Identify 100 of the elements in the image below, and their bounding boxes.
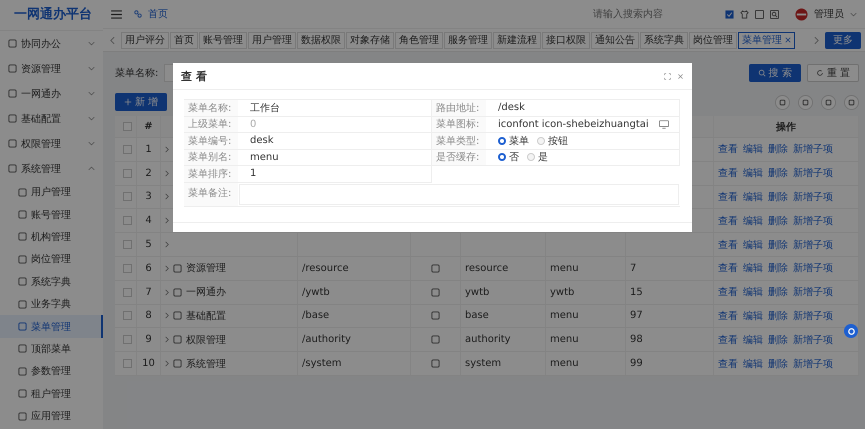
sidebar-item[interactable]: 系统管理	[0, 156, 103, 181]
action-link[interactable]: 查看	[718, 285, 738, 300]
action-link[interactable]: 新增子项	[793, 214, 833, 228]
expand-icon[interactable]	[165, 146, 169, 153]
action-link[interactable]: 删除	[768, 332, 788, 347]
tab[interactable]: 岗位管理	[689, 32, 737, 48]
action-link[interactable]: 编辑	[743, 332, 763, 347]
sidebar-item[interactable]: 基础配置	[0, 106, 103, 131]
sidebar-subitem[interactable]: 业务字典	[0, 292, 103, 316]
action-link[interactable]: 新增子项	[793, 285, 833, 300]
sidebar-subitem[interactable]: 系统字典	[0, 270, 103, 293]
action-link[interactable]: 新增子项	[793, 261, 833, 276]
search-field[interactable]: 请输入搜索内容	[591, 8, 705, 20]
action-link[interactable]: 编辑	[743, 261, 763, 276]
radio-button[interactable]: 否	[498, 150, 519, 164]
action-link[interactable]: 编辑	[743, 190, 763, 204]
action-link[interactable]: 删除	[768, 142, 788, 156]
fullscreen-icon[interactable]	[755, 10, 764, 18]
checkbox[interactable]	[123, 264, 132, 273]
tab[interactable]: 数据权限	[297, 32, 345, 48]
action-link[interactable]: 删除	[768, 214, 788, 228]
sidebar-subitem[interactable]: 账号管理	[0, 203, 103, 226]
sidebar-subitem[interactable]: 菜单管理	[0, 315, 103, 338]
tab[interactable]: 首页	[170, 32, 198, 48]
action-link[interactable]: 删除	[768, 166, 788, 180]
expand-icon[interactable]	[165, 217, 169, 224]
action-link[interactable]: 查看	[718, 190, 738, 204]
tab[interactable]: 服务管理	[444, 32, 492, 48]
checkbox[interactable]	[123, 359, 132, 368]
expand-icon[interactable]	[165, 170, 169, 177]
fullscreen-icon[interactable]	[664, 72, 671, 80]
add-button[interactable]: 新 增	[115, 93, 168, 111]
action-link[interactable]: 删除	[768, 356, 788, 371]
tab[interactable]: 系统字典	[640, 32, 688, 48]
action-link[interactable]: 编辑	[743, 142, 763, 156]
action-link[interactable]: 编辑	[743, 166, 763, 180]
sidebar-subitem[interactable]: 机构管理	[0, 226, 103, 248]
sidebar-subitem[interactable]: 参数管理	[0, 360, 103, 383]
action-link[interactable]: 编辑	[743, 214, 763, 228]
action-link[interactable]: 查看	[718, 238, 738, 252]
action-link[interactable]: 删除	[768, 238, 788, 252]
tool-icon[interactable]	[798, 94, 813, 110]
close-icon[interactable]	[785, 37, 791, 43]
tab[interactable]: 用户管理	[248, 32, 296, 48]
sidebar-item[interactable]: 协同办公	[0, 31, 103, 56]
action-link[interactable]: 新增子项	[793, 332, 833, 347]
sidebar-subitem[interactable]: 应用管理	[0, 404, 103, 428]
tab[interactable]: 通知公告	[591, 32, 639, 48]
reset-button[interactable]: 重 置	[806, 64, 859, 82]
action-link[interactable]: 新增子项	[793, 308, 833, 323]
tab[interactable]: 账号管理	[199, 32, 247, 48]
checkbox[interactable]	[123, 311, 132, 320]
close-icon[interactable]	[677, 72, 684, 80]
action-link[interactable]: 查看	[718, 214, 738, 228]
radio-button[interactable]: 是	[527, 150, 548, 164]
checkbox[interactable]	[123, 144, 132, 154]
expand-icon[interactable]	[165, 360, 169, 368]
action-link[interactable]: 新增子项	[793, 356, 833, 371]
sidebar-item[interactable]: 资源管理	[0, 56, 103, 81]
tool-icon[interactable]	[775, 94, 790, 110]
action-link[interactable]: 新增子项	[793, 142, 833, 156]
checkbox[interactable]	[123, 122, 132, 131]
checkbox-icon[interactable]	[725, 10, 734, 18]
more-button[interactable]: 更多	[825, 32, 861, 48]
tab[interactable]: 接口权限	[542, 32, 590, 48]
expand-icon[interactable]	[165, 264, 169, 272]
action-link[interactable]: 编辑	[743, 285, 763, 300]
checkbox[interactable]	[123, 168, 132, 178]
expand-icon[interactable]	[165, 336, 169, 344]
sidebar-item[interactable]: 权限管理	[0, 131, 103, 156]
action-link[interactable]: 新增子项	[793, 238, 833, 252]
expand-icon[interactable]	[165, 312, 169, 320]
shirt-icon[interactable]	[740, 10, 749, 18]
user-name[interactable]: 管理员	[814, 7, 844, 21]
action-link[interactable]: 新增子项	[793, 190, 833, 204]
expand-icon[interactable]	[165, 241, 169, 248]
action-link[interactable]: 编辑	[743, 356, 763, 371]
checkbox[interactable]	[123, 216, 132, 226]
tab[interactable]: 用户评分	[121, 32, 169, 48]
monitor-icon[interactable]	[659, 120, 669, 129]
action-link[interactable]: 编辑	[743, 308, 763, 323]
action-link[interactable]: 查看	[718, 308, 738, 323]
checkbox[interactable]	[123, 335, 132, 344]
tab[interactable]: 新建流程	[493, 32, 541, 48]
checkbox[interactable]	[123, 288, 132, 297]
action-link[interactable]: 编辑	[743, 238, 763, 252]
checkbox[interactable]	[123, 240, 132, 250]
action-link[interactable]: 查看	[718, 166, 738, 180]
expand-icon[interactable]	[165, 193, 169, 200]
sidebar-item[interactable]: 一网通办	[0, 81, 103, 106]
breadcrumb[interactable]: 首页	[148, 7, 168, 21]
action-link[interactable]: 删除	[768, 285, 788, 300]
sidebar-subitem[interactable]: 用户管理	[0, 181, 103, 204]
tool-icon[interactable]	[821, 94, 836, 110]
expand-icon[interactable]	[165, 288, 169, 296]
search-button[interactable]: 搜 索	[748, 64, 801, 82]
menu-icon[interactable]	[111, 10, 122, 18]
radio-button[interactable]: 菜单	[498, 134, 529, 148]
action-link[interactable]: 新增子项	[793, 166, 833, 180]
search-icon[interactable]	[770, 10, 779, 18]
